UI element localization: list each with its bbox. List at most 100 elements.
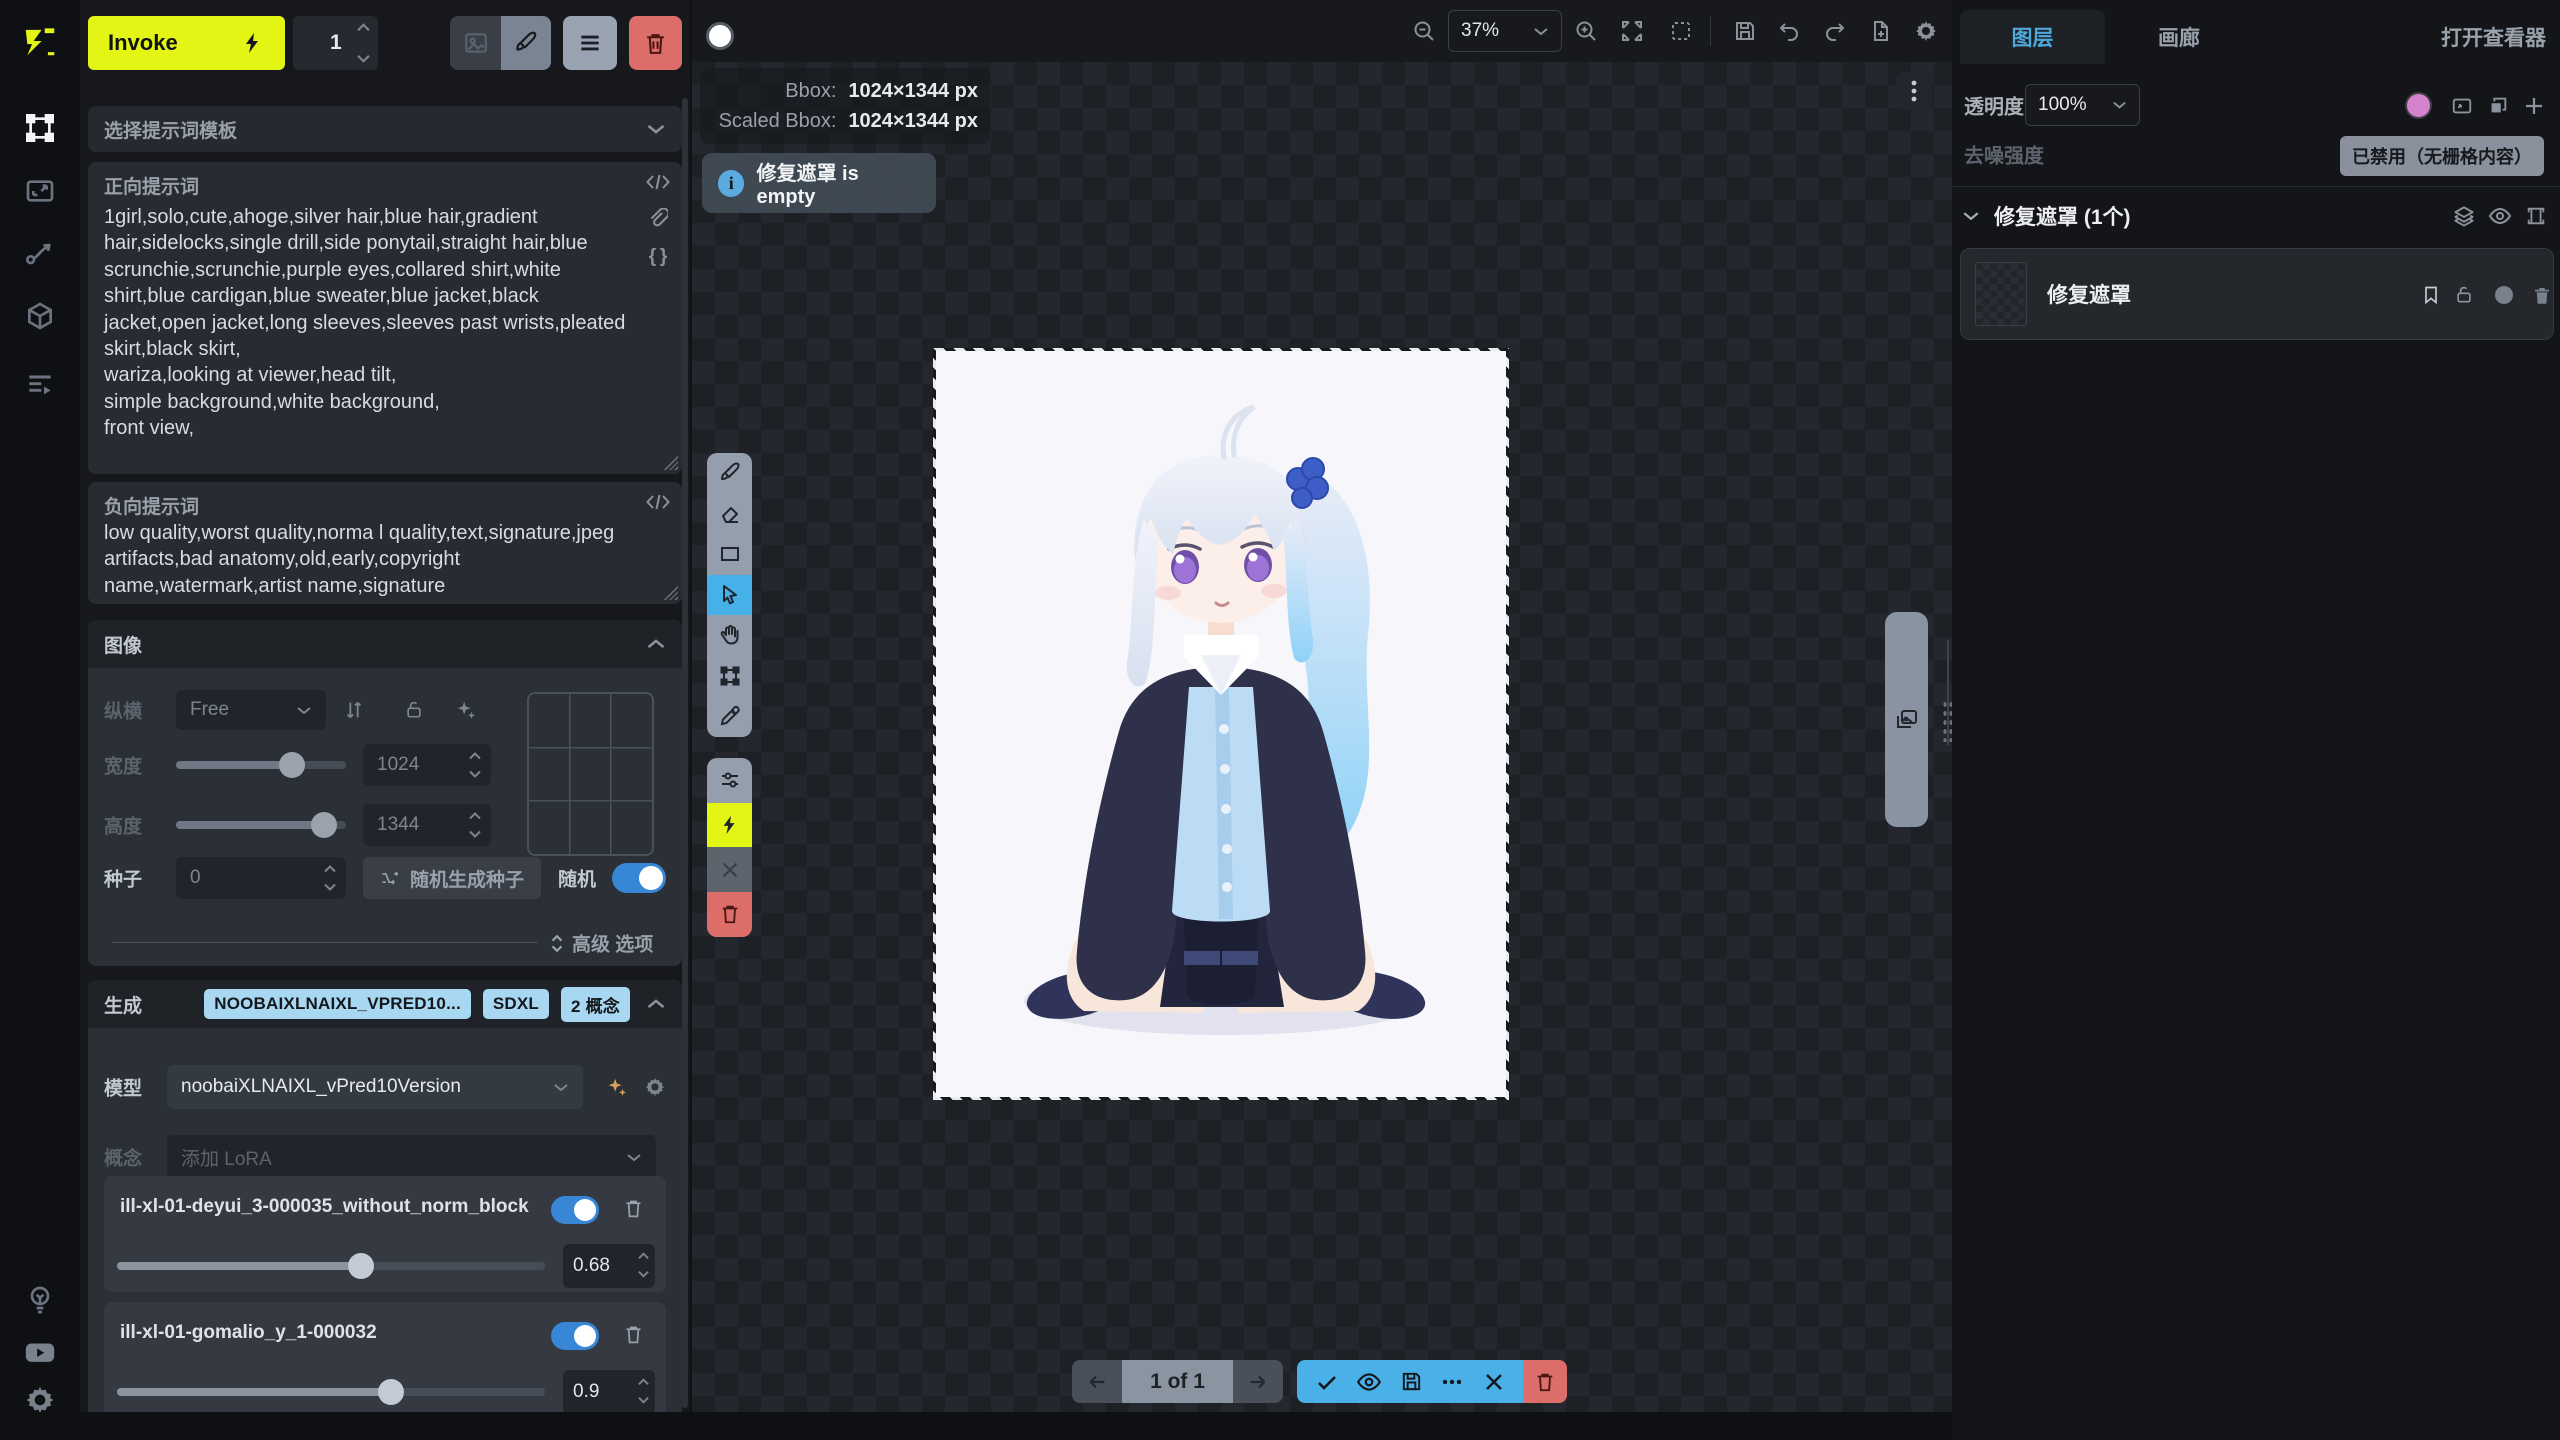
crop-to-bbox-icon[interactable] [2525, 205, 2547, 227]
nav-canvas-icon[interactable] [21, 109, 59, 147]
lock-aspect-icon[interactable] [404, 699, 424, 721]
preview-eye-icon[interactable] [1356, 1369, 1382, 1395]
cancel-region-button[interactable] [707, 847, 752, 892]
positive-prompt-input[interactable]: 1girl,solo,cute,ahoge,silver hair,blue h… [104, 204, 634, 442]
layer-color-dot-icon[interactable] [2494, 285, 2514, 305]
lora-delete-icon[interactable] [623, 1198, 644, 1219]
toggle-visibility-eye-icon[interactable] [2488, 204, 2512, 228]
seed-input[interactable]: 0 [176, 857, 346, 899]
canvas-settings-gear-icon[interactable] [1914, 19, 1938, 43]
duplicate-layer-icon[interactable] [2487, 95, 2509, 117]
code-view-icon[interactable] [646, 492, 670, 512]
pan-tool-button[interactable] [707, 615, 752, 656]
invoke-region-button[interactable] [707, 803, 752, 848]
image-section-header[interactable]: 图像 [88, 620, 682, 668]
random-seed-button[interactable]: 随机生成种子 [363, 857, 541, 899]
tab-layers[interactable]: 图层 [1960, 10, 2105, 64]
nav-models-icon[interactable] [21, 297, 59, 335]
brush-tool-button[interactable] [707, 453, 752, 494]
lora-enabled-toggle[interactable] [551, 1322, 599, 1350]
zoom-level-select[interactable]: 37% [1448, 10, 1562, 52]
next-image-button[interactable] [1233, 1360, 1283, 1403]
fit-to-view-icon[interactable] [1620, 19, 1644, 43]
fit-layer-icon[interactable] [2451, 95, 2473, 117]
textarea-resize-handle[interactable] [664, 456, 678, 470]
width-input[interactable]: 1024 [363, 744, 491, 786]
inpaint-mask-section-header[interactable]: 修复遮罩 (1个) [1962, 196, 2131, 236]
zoom-out-icon[interactable] [1412, 19, 1436, 43]
textarea-resize-handle[interactable] [664, 586, 678, 600]
queue-count-input[interactable]: 1 [293, 16, 378, 70]
add-layer-icon[interactable] [2522, 94, 2546, 118]
app-menu-button[interactable] [563, 16, 616, 70]
canvas-mode-button[interactable] [501, 16, 551, 70]
braces-icon[interactable]: { } [649, 246, 668, 268]
height-input[interactable]: 1344 [363, 804, 491, 846]
random-seed-toggle[interactable] [612, 863, 666, 893]
save-canvas-icon[interactable] [1733, 19, 1757, 43]
invoke-button[interactable]: Invoke [88, 16, 285, 70]
redo-icon[interactable] [1823, 19, 1847, 43]
model-sparkle-icon[interactable] [606, 1076, 628, 1098]
opacity-select[interactable]: 100% [2025, 84, 2140, 126]
discard-all-button[interactable] [1523, 1360, 1567, 1403]
lora-weight-slider[interactable] [117, 1262, 545, 1270]
discard-image-icon[interactable] [1482, 1370, 1506, 1394]
zoom-in-icon[interactable] [1574, 19, 1598, 43]
new-canvas-icon[interactable] [1869, 19, 1893, 43]
canvas-overflow-menu-button[interactable] [1896, 72, 1932, 110]
prev-image-button[interactable] [1072, 1360, 1122, 1403]
filter-settings-button[interactable] [707, 758, 752, 803]
undo-icon[interactable] [1777, 19, 1801, 43]
prompt-template-selector[interactable]: 选择提示词模板 [88, 106, 682, 152]
inpaint-mask-layer-row[interactable]: 修复遮罩 [1960, 248, 2554, 340]
swap-dimensions-icon[interactable] [343, 699, 365, 721]
width-slider[interactable] [176, 761, 346, 769]
clear-queue-button[interactable] [629, 16, 682, 70]
save-staged-icon[interactable] [1400, 1370, 1423, 1393]
queue-count-steppers[interactable] [357, 23, 370, 63]
negative-prompt-input[interactable]: low quality,worst quality,norma l qualit… [104, 520, 634, 599]
lora-enabled-toggle[interactable] [551, 1196, 599, 1224]
aspect-select[interactable]: Free [176, 690, 326, 730]
open-viewer-button[interactable]: 打开查看器 [2441, 10, 2546, 64]
staging-area-handle[interactable] [1885, 612, 1928, 827]
advanced-options-toggle[interactable]: 高级 选项 [550, 930, 653, 957]
height-slider[interactable] [176, 821, 346, 829]
nav-queue-icon[interactable] [21, 366, 59, 404]
model-settings-gear-icon[interactable] [644, 1076, 666, 1098]
code-view-icon[interactable] [646, 172, 670, 192]
accept-image-icon[interactable] [1315, 1370, 1339, 1394]
canvas-viewport[interactable]: Bbox: 1024×1344 px Scaled Bbox: 1024×134… [692, 62, 1952, 1412]
youtube-icon[interactable] [21, 1333, 59, 1371]
bookmark-layer-icon[interactable] [2421, 284, 2441, 306]
attach-icon[interactable] [648, 208, 668, 230]
lora-weight-slider[interactable] [117, 1388, 545, 1396]
optimize-size-icon[interactable] [455, 699, 477, 721]
add-lora-select[interactable]: 添加 LoRA [167, 1135, 656, 1179]
model-select[interactable]: noobaiXLNAIXL_vPred10Version [167, 1065, 583, 1109]
transform-tool-button[interactable] [707, 656, 752, 697]
select-tool-button[interactable] [707, 575, 752, 616]
lora-delete-icon[interactable] [623, 1324, 644, 1345]
delete-layer-icon[interactable] [2532, 285, 2553, 306]
generation-section-header[interactable]: 生成 NOOBAIXLNAIXL_VPRED10... SDXL 2 概念 [88, 980, 682, 1028]
lora-weight-input[interactable]: 0.9 [563, 1370, 655, 1414]
active-color-swatch[interactable] [706, 22, 734, 50]
delete-region-button[interactable] [707, 892, 752, 937]
left-panel-scrollbar[interactable] [682, 98, 688, 1408]
rect-tool-button[interactable] [707, 534, 752, 575]
canvas-image[interactable] [933, 348, 1509, 1100]
lora-weight-input[interactable]: 0.68 [563, 1244, 655, 1288]
tips-bulb-icon[interactable] [21, 1281, 59, 1319]
tab-gallery[interactable]: 画廊 [2105, 10, 2253, 64]
more-options-icon[interactable] [1440, 1370, 1464, 1394]
eyedropper-tool-button[interactable] [707, 696, 752, 737]
mask-color-swatch[interactable] [2405, 92, 2432, 119]
nav-upscale-icon[interactable] [21, 172, 59, 210]
fit-bbox-icon[interactable] [1669, 19, 1693, 43]
merge-layers-icon[interactable] [2453, 205, 2476, 228]
image-mode-button[interactable] [450, 16, 500, 70]
nav-workflows-icon[interactable] [21, 234, 59, 272]
eraser-tool-button[interactable] [707, 494, 752, 535]
